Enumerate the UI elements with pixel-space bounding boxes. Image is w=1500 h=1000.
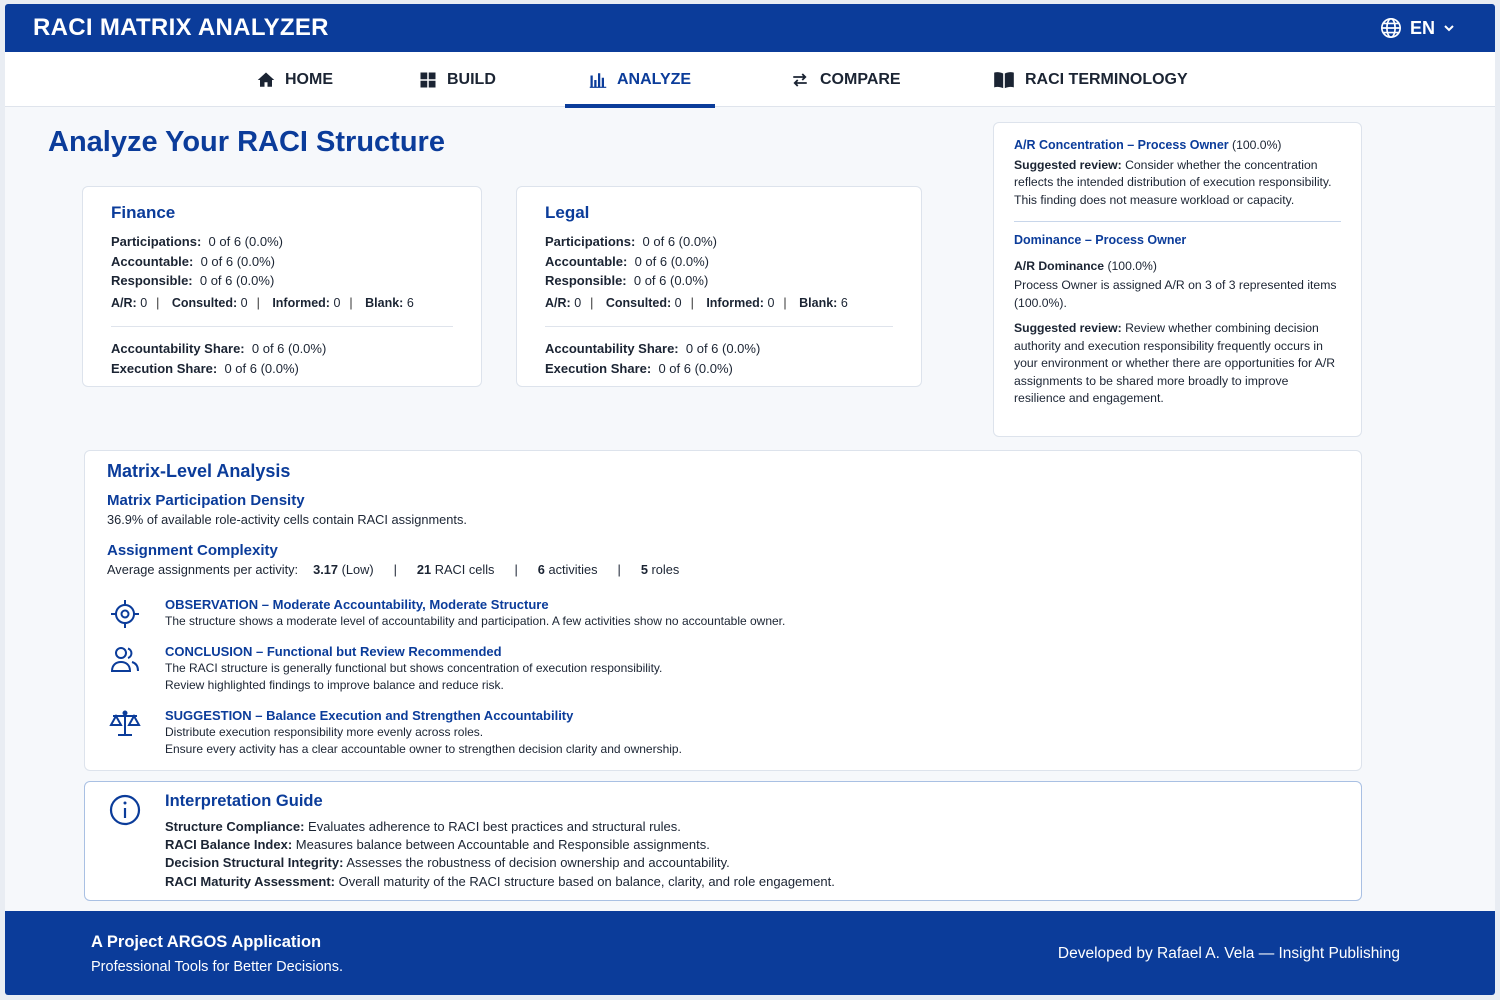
complexity-title: Assignment Complexity (107, 542, 278, 559)
dominance-review: Suggested review: Review whether combini… (1014, 321, 1336, 405)
roles-count: 5 roles (640, 562, 680, 577)
guide-item: RACI Balance Index: Measures balance bet… (165, 837, 710, 853)
swap-arrows-icon (793, 72, 807, 87)
footer: A Project ARGOS Application Professional… (5, 911, 1495, 995)
accountability-share-row: Accountability Share: 0 of 6 (0.0%) (111, 341, 327, 356)
complexity-metrics: Average assignments per activity: 3.17 (… (107, 562, 680, 577)
execution-share-row: Execution Share: 0 of 6 (0.0%) (545, 360, 733, 376)
top-bar: RACI MATRIX ANALYZER EN (5, 4, 1495, 52)
accountable-row: Accountable: 0 of 6 (0.0%) (111, 253, 276, 269)
scale-icon (109, 710, 141, 736)
findings-side-panel: A/R Concentration – Process Owner (100.0… (993, 122, 1362, 437)
tab-raci-terminology-label: RACI TERMINOLOGY (1025, 70, 1188, 88)
tab-raci-terminology[interactable]: RACI TERMINOLOGY (993, 52, 1188, 107)
department-card-legal: Legal Participations: 0 of 6 (0.0%) Acco… (516, 186, 922, 387)
info-icon (109, 794, 141, 826)
guide-item: RACI Maturity Assessment: Overall maturi… (165, 873, 835, 889)
assignment-counts-row: A/R: 0 | Consulted: 0 | Informed: 0 | Blank… (545, 294, 893, 327)
execution-share-row: Execution Share: 0 of 6 (0.0%) (111, 360, 299, 376)
dominance-heading: Dominance – Process Owner (1014, 233, 1187, 247)
accountability-share-row: Accountability Share: 0 of 6 (0.0%) (545, 341, 761, 356)
page-title: Analyze Your RACI Structure (48, 126, 445, 158)
tab-home[interactable]: HOME (257, 52, 333, 107)
chevron-down-icon (1444, 25, 1454, 32)
tab-analyze-label: ANALYZE (617, 70, 692, 88)
interpretation-guide-card: Interpretation Guide Structure Complianc… (84, 781, 1362, 901)
footer-tagline: Professional Tools for Better Decisions. (91, 959, 343, 975)
ar-concentration-review: Suggested review: Consider whether the c… (1014, 157, 1332, 207)
footer-credit: Developed by Rafael A. Vela — Insight Pu… (1057, 945, 1400, 962)
language-code: EN (1409, 17, 1435, 38)
finding-suggestion: SUGGESTION – Balance Execution and Stren… (107, 708, 1339, 758)
tab-build-label: BUILD (447, 70, 496, 88)
responsible-row: Responsible: 0 of 6 (0.0%) (545, 273, 709, 288)
guide-list: Structure Compliance: Evaluates adherenc… (165, 818, 835, 891)
participations-row: Participations: 0 of 6 (0.0%) (545, 234, 717, 249)
tab-analyze[interactable]: ANALYZE (564, 52, 716, 108)
department-card-finance: Finance Participations: 0 of 6 (0.0%) Ac… (82, 186, 482, 387)
tab-home-label: HOME (285, 70, 333, 88)
globe-icon (1380, 18, 1401, 38)
department-name: Legal (545, 203, 590, 222)
assignment-counts-row: A/R: 0 | Consulted: 0 | Informed: 0 | Blank… (111, 294, 453, 327)
ar-dominance-value: A/R Dominance (100.0%) (1014, 258, 1157, 273)
home-icon (257, 72, 275, 87)
guide-title: Interpretation Guide (165, 792, 323, 810)
tab-compare-label: COMPARE (820, 70, 901, 88)
language-selector[interactable]: EN (1380, 17, 1455, 39)
finding-conclusion: CONCLUSION – Functional but Review Recom… (107, 644, 1339, 694)
app-window: RACI MATRIX ANALYZER EN HOME BUILD ANALY… (5, 4, 1495, 995)
book-icon (994, 71, 1014, 88)
density-text: 36.9% of available role-activity cells c… (107, 512, 467, 527)
footer-title: A Project ARGOS Application (91, 933, 322, 951)
guide-item: Structure Compliance: Evaluates adherenc… (165, 819, 681, 834)
density-title: Matrix Participation Density (107, 492, 305, 509)
ar-dominance-detail: Process Owner is assigned A/R on 3 of 3 … (1014, 278, 1337, 310)
guide-item: Decision Structural Integrity: Assesses … (165, 855, 730, 871)
users-icon (110, 647, 139, 672)
activities-count: 6 activities (537, 562, 598, 577)
app-title: RACI MATRIX ANALYZER (33, 14, 329, 41)
tab-build[interactable]: BUILD (419, 52, 496, 107)
tab-compare[interactable]: COMPARE (790, 52, 901, 107)
main-nav: HOME BUILD ANALYZE COMPARE RACI TERMINOL… (5, 52, 1495, 108)
matrix-analysis-card: Matrix-Level Analysis Matrix Participati… (84, 450, 1362, 771)
grid-icon (420, 72, 436, 87)
raci-cells-count: 21 RACI cells (416, 562, 495, 577)
participations-row: Participations: 0 of 6 (0.0%) (111, 234, 283, 249)
divider (1014, 221, 1341, 222)
target-icon (111, 600, 139, 628)
responsible-row: Responsible: 0 of 6 (0.0%) (111, 273, 275, 288)
accountable-row: Accountable: 0 of 6 (0.0%) (545, 253, 710, 269)
avg-assignments: 3.17 (Low) (313, 562, 374, 577)
bar-chart-icon (589, 72, 607, 88)
finding-observation: OBSERVATION – Moderate Accountability, M… (107, 597, 1339, 630)
ar-concentration-heading: A/R Concentration – Process Owner (100.0… (1014, 138, 1282, 152)
department-name: Finance (111, 203, 176, 222)
matrix-analysis-title: Matrix-Level Analysis (107, 461, 291, 481)
